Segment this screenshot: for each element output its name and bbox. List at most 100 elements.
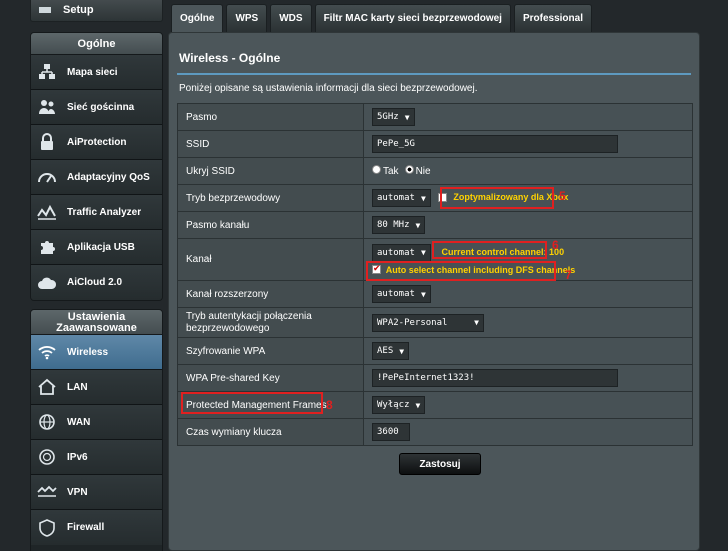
auth-method-label: Tryb autentykacji połączenia bezprzewodo… (177, 307, 364, 338)
guest-network-icon (37, 97, 57, 117)
setup-button[interactable]: Setup (30, 0, 163, 22)
extension-channel-select[interactable]: automat ▼ (372, 285, 431, 303)
sidebar-item-wireless[interactable]: Wireless (31, 335, 162, 370)
rekey-interval-input[interactable]: 3600 (372, 423, 410, 441)
row-auth-method: Tryb autentykacji połączenia bezprzewodo… (177, 307, 693, 338)
cloud-icon (37, 273, 57, 293)
tab-wps[interactable]: WPS (226, 4, 268, 32)
sidebar-item-label: Adaptacyjny QoS (67, 171, 150, 183)
tab-professional[interactable]: Professional (513, 4, 592, 32)
sidebar-item-label: IPv6 (67, 451, 88, 463)
sidebar-item-adaptive-qos[interactable]: Adaptacyjny QoS (31, 160, 162, 195)
usb-puzzle-icon (37, 237, 57, 257)
sidebar-item-label: AiCloud 2.0 (67, 277, 123, 288)
ipv6-globe-icon (37, 447, 57, 467)
general-heading: Ogólne (31, 33, 162, 55)
hide-yes-label: Tak (383, 166, 399, 177)
vpn-icon (37, 482, 57, 502)
sidebar-item-lan[interactable]: LAN (31, 370, 162, 405)
chevron-down-icon: ▼ (415, 400, 421, 410)
apply-button[interactable]: Zastosuj (399, 453, 481, 475)
auth-method-select[interactable]: WPA2-Personal ▼ (372, 313, 484, 332)
auth-value: WPA2-Personal (377, 317, 448, 328)
psk-input[interactable]: !PePeInternet1323! (372, 369, 618, 387)
sidebar-item-label: Aplikacja USB (67, 241, 135, 253)
chevron-down-icon: ▼ (404, 112, 410, 122)
row-channel-bandwidth: Pasmo kanału 80 MHz ▼ (177, 211, 693, 239)
wifi-icon (37, 342, 57, 362)
annotation-number-8: 8 (326, 398, 333, 412)
sidebar-item-aicloud[interactable]: AiCloud 2.0 (31, 265, 162, 300)
wireless-mode-value: automat (377, 193, 415, 203)
encryption-value: AES (377, 346, 394, 356)
advanced-group: Ustawienia Zaawansowane Wireless LAN WAN… (30, 309, 163, 551)
chevron-down-icon: ▼ (420, 248, 426, 257)
band-value: 5GHz (377, 112, 399, 122)
sidebar-item-wan[interactable]: WAN (31, 405, 162, 440)
chevron-down-icon: ▼ (420, 193, 426, 203)
tab-general[interactable]: Ogólne (171, 4, 224, 32)
page-description: Poniżej opisane są ustawienia informacji… (179, 83, 478, 94)
pmf-select[interactable]: Wyłącz ▼ (372, 396, 426, 414)
sidebar-item-label: Wireless (67, 346, 109, 358)
row-psk: WPA Pre-shared Key !PePeInternet1323! (177, 364, 693, 392)
sidebar-item-label: LAN (67, 381, 88, 393)
page-title: Wireless - Ogólne (179, 51, 281, 65)
bandwidth-value: 80 MHz (377, 220, 410, 230)
tab-bar: Ogólne WPS WDS Filtr MAC karty sieci bez… (171, 4, 595, 32)
sidebar-item-vpn[interactable]: VPN (31, 475, 162, 510)
traffic-analyzer-icon (37, 202, 57, 222)
channel-bandwidth-label: Pasmo kanału (177, 211, 364, 239)
sidebar-item-guest-network[interactable]: Sieć gościnna (31, 90, 162, 125)
channel-select[interactable]: automat ▼ (372, 243, 431, 262)
hide-ssid-yes-radio[interactable]: Tak (372, 165, 399, 177)
sidebar-item-aiprotection[interactable]: AiProtection (31, 125, 162, 160)
qos-gauge-icon (37, 167, 57, 187)
ext-channel-value: automat (377, 289, 415, 299)
network-map-icon (37, 62, 57, 82)
band-select[interactable]: 5GHz ▼ (372, 108, 415, 126)
wpa-encryption-label: Szyfrowanie WPA (177, 337, 364, 365)
chevron-down-icon: ▼ (415, 220, 421, 230)
sidebar-item-label: WAN (67, 416, 91, 428)
wireless-mode-select[interactable]: automat ▼ (372, 189, 431, 207)
sidebar-item-label: Mapa sieci (67, 66, 118, 78)
sidebar-item-label: Traffic Analyzer (67, 206, 142, 218)
shield-icon (37, 518, 57, 538)
ssid-input[interactable]: PePe_5G (372, 135, 618, 153)
row-ssid: SSID PePe_5G (177, 130, 693, 158)
hide-no-label: Nie (415, 166, 431, 177)
pmf-value: Wyłącz (377, 400, 410, 410)
annotation-box-current-channel (432, 241, 547, 259)
extension-channel-label: Kanał rozszerzony (177, 280, 364, 308)
setup-label: Setup (63, 4, 94, 16)
channel-bandwidth-select[interactable]: 80 MHz ▼ (372, 216, 426, 234)
general-group: Ogólne Mapa sieci Sieć gościnna AiProtec… (30, 32, 163, 301)
sidebar-item-usb-application[interactable]: Aplikacja USB (31, 230, 162, 265)
row-rekey-interval: Czas wymiany klucza 3600 (177, 418, 693, 446)
row-hide-ssid: Ukryj SSID Tak Nie (177, 157, 693, 185)
wand-icon (37, 3, 53, 18)
hide-ssid-label: Ukryj SSID (177, 157, 364, 185)
row-band: Pasmo 5GHz ▼ (177, 103, 693, 131)
chevron-down-icon: ▼ (399, 346, 405, 356)
hide-ssid-no-radio[interactable]: Nie (404, 165, 431, 177)
channel-value: automat (377, 247, 415, 258)
annotation-number-6: 6 (552, 238, 559, 252)
chevron-down-icon: ▼ (474, 318, 479, 327)
wpa-encryption-select[interactable]: AES ▼ (372, 342, 410, 360)
annotation-box-pmf (181, 392, 323, 414)
home-icon (37, 377, 57, 397)
title-divider (177, 73, 691, 75)
sidebar-item-firewall[interactable]: Firewall (31, 510, 162, 545)
sidebar-item-traffic-analyzer[interactable]: Traffic Analyzer (31, 195, 162, 230)
sidebar-item-label: VPN (67, 486, 88, 498)
sidebar-item-network-map[interactable]: Mapa sieci (31, 55, 162, 90)
sidebar-item-label: Firewall (67, 522, 105, 533)
aiprotection-lock-icon (37, 132, 57, 152)
tab-wds[interactable]: WDS (270, 4, 312, 32)
annotation-number-5: 5 (559, 189, 566, 203)
wireless-mode-label: Tryb bezprzewodowy (177, 184, 364, 212)
tab-mac-filter[interactable]: Filtr MAC karty sieci bezprzewodowej (314, 4, 511, 32)
sidebar-item-ipv6[interactable]: IPv6 (31, 440, 162, 475)
